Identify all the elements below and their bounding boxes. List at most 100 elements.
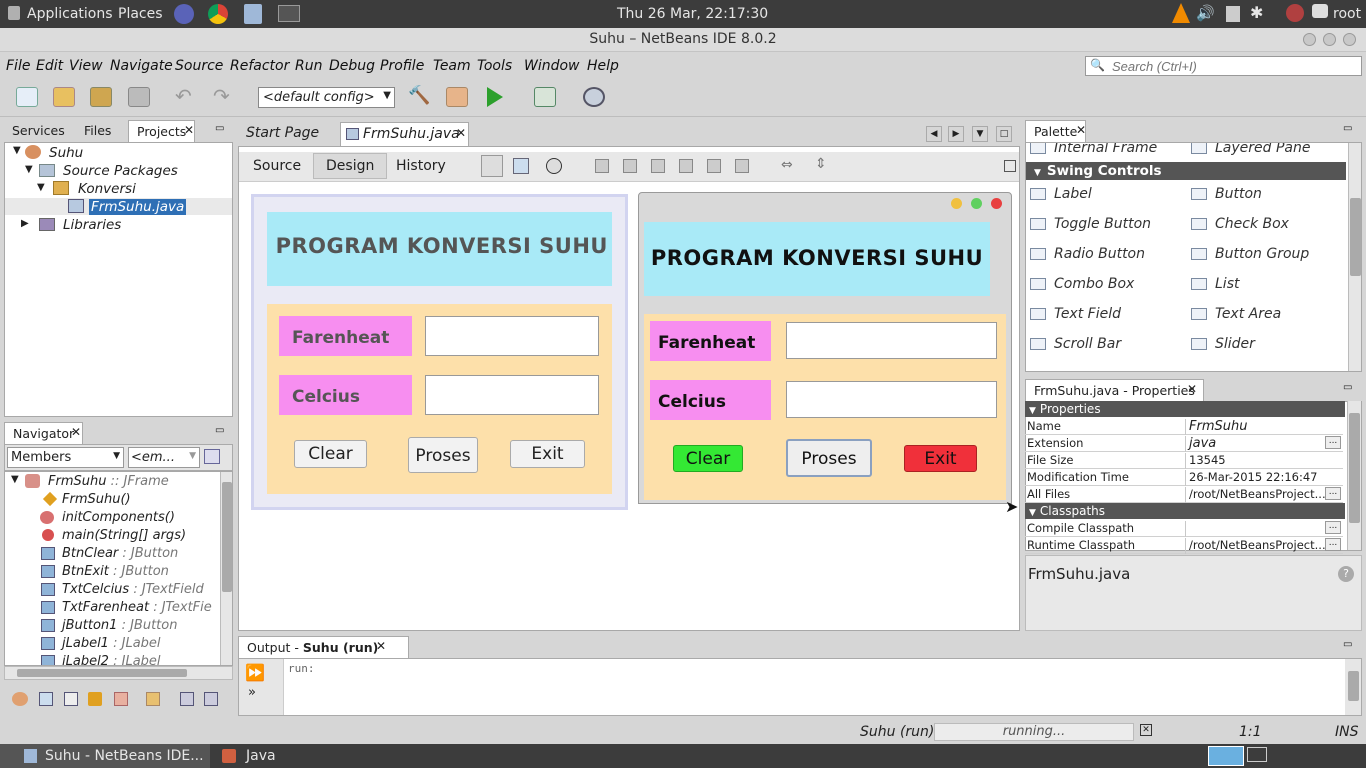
- close-icon[interactable]: ✕: [71, 425, 81, 439]
- align-right-icon[interactable]: [623, 159, 637, 173]
- toggle-toolbar-icon[interactable]: [1004, 160, 1016, 172]
- preview-field-celcius[interactable]: [786, 381, 997, 418]
- edit-button[interactable]: ...: [1325, 538, 1341, 551]
- scrollbar-thumb[interactable]: [1348, 671, 1359, 701]
- field-celcius[interactable]: [425, 375, 599, 415]
- profile-icon[interactable]: [583, 87, 605, 107]
- nav-item[interactable]: main(String[] args): [62, 528, 186, 543]
- center-horizontal-icon[interactable]: [651, 159, 665, 173]
- tab-services[interactable]: Services: [4, 120, 73, 142]
- subtab-design[interactable]: Design: [313, 153, 388, 179]
- debug-icon[interactable]: [534, 87, 556, 107]
- tab-files[interactable]: Files: [76, 120, 119, 142]
- prop-row-compile-cp[interactable]: Compile Classpath...: [1025, 520, 1343, 537]
- prop-row-filesize[interactable]: File Size 13545: [1025, 452, 1343, 469]
- minimize-button[interactable]: [1303, 33, 1316, 46]
- sort-icon[interactable]: [146, 692, 160, 706]
- help-icon[interactable]: ?: [1338, 566, 1354, 582]
- close-button[interactable]: [991, 198, 1002, 209]
- scrollbar[interactable]: [1348, 143, 1361, 371]
- palette-radio-button[interactable]: Radio Button: [1030, 246, 1145, 262]
- clean-build-icon[interactable]: [446, 87, 468, 107]
- menu-window[interactable]: Window: [524, 58, 580, 74]
- palette-label[interactable]: Label: [1030, 186, 1092, 202]
- menu-help[interactable]: Help: [587, 58, 619, 74]
- more-actions-icon[interactable]: »: [248, 685, 256, 700]
- tab-start-page[interactable]: Start Page: [238, 122, 327, 146]
- chat-icon[interactable]: [1312, 4, 1328, 18]
- maximize-button[interactable]: [1323, 33, 1336, 46]
- nav-item[interactable]: TxtFarenheat : JTextFie: [62, 600, 212, 615]
- workspace-1[interactable]: [1208, 746, 1244, 766]
- exit-button[interactable]: Exit: [510, 440, 585, 468]
- redo-icon[interactable]: ↷: [213, 86, 235, 107]
- sort-alpha-icon[interactable]: [180, 692, 194, 706]
- palette-text-field[interactable]: Text Field: [1030, 306, 1121, 322]
- applications-menu[interactable]: Applications: [27, 6, 113, 22]
- search-input[interactable]: [1112, 58, 1357, 74]
- prop-row-allfiles[interactable]: All Files/root/NetBeansProject......: [1025, 486, 1343, 503]
- nav-item[interactable]: jButton1 : JButton: [62, 618, 177, 633]
- taskbar-item-java[interactable]: Java: [212, 744, 362, 768]
- browser-icon[interactable]: [174, 4, 194, 24]
- nav-item[interactable]: BtnExit : JButton: [62, 564, 169, 579]
- maximize-editor-icon[interactable]: □: [996, 126, 1012, 142]
- tree-file[interactable]: FrmSuhu.java: [89, 199, 187, 215]
- close-icon[interactable]: ✕: [184, 123, 194, 137]
- center-vertical-icon[interactable]: [735, 159, 749, 173]
- expand-icon[interactable]: ▼: [11, 474, 19, 485]
- align-top-icon[interactable]: [679, 159, 693, 173]
- volume-icon[interactable]: 🔊: [1196, 4, 1215, 22]
- clock[interactable]: Thu 26 Mar, 22:17:30: [617, 6, 768, 22]
- tab-properties[interactable]: FrmSuhu.java - Properties: [1025, 379, 1204, 401]
- subtab-source[interactable]: Source: [253, 158, 301, 174]
- prop-row-modtime[interactable]: Modification Time 26-Mar-2015 22:16:47: [1025, 469, 1343, 486]
- preview-design-icon[interactable]: [546, 158, 562, 174]
- show-inherited-icon[interactable]: [12, 692, 28, 706]
- members-select[interactable]: Members ▼: [7, 447, 124, 468]
- menu-team[interactable]: Team: [433, 58, 471, 74]
- design-form-frame[interactable]: PROGRAM KONVERSI SUHU Farenheat Celcius …: [251, 194, 628, 510]
- selection-mode-icon[interactable]: [481, 155, 503, 177]
- align-bottom-icon[interactable]: [707, 159, 721, 173]
- cancel-task-icon[interactable]: ✕: [1140, 724, 1152, 736]
- close-icon[interactable]: ✕: [1076, 123, 1086, 137]
- prop-row-runtime-cp[interactable]: Runtime Classpath/root/NetBeansProject..…: [1025, 537, 1343, 554]
- edit-button[interactable]: ...: [1325, 487, 1341, 500]
- align-left-icon[interactable]: [595, 159, 609, 173]
- scrollbar[interactable]: [220, 472, 232, 665]
- scrollbar-thumb[interactable]: [17, 669, 187, 677]
- preview-proses-button[interactable]: Proses: [786, 439, 872, 477]
- minimize-panel-icon[interactable]: ▭: [1343, 639, 1352, 650]
- netbeans-icon[interactable]: [244, 4, 262, 24]
- menu-navigate[interactable]: Navigate: [110, 58, 173, 74]
- menu-run[interactable]: Run: [295, 58, 322, 74]
- tree-package[interactable]: Konversi: [78, 181, 136, 197]
- edit-button[interactable]: ...: [1325, 436, 1341, 449]
- scroll-right-icon[interactable]: ▶: [948, 126, 964, 142]
- nav-item[interactable]: FrmSuhu(): [62, 492, 131, 507]
- new-project-icon[interactable]: [53, 87, 75, 107]
- menu-profile[interactable]: Profile: [380, 58, 424, 74]
- filter-inner-icon[interactable]: [114, 692, 128, 706]
- close-button[interactable]: [1343, 33, 1356, 46]
- bluetooth-icon[interactable]: ✱: [1250, 3, 1263, 22]
- filter-fields-icon[interactable]: [39, 692, 53, 706]
- classpaths-section[interactable]: ▼ Classpaths: [1025, 503, 1345, 519]
- expand-icon[interactable]: ▼: [13, 145, 21, 156]
- palette-button-group[interactable]: Button Group: [1191, 246, 1309, 262]
- properties-section[interactable]: ▼ Properties: [1025, 401, 1345, 417]
- menu-edit[interactable]: Edit: [36, 58, 63, 74]
- scrollbar-thumb[interactable]: [1349, 413, 1360, 523]
- subtab-history[interactable]: History: [396, 158, 446, 174]
- nav-item[interactable]: BtnClear : JButton: [62, 546, 178, 561]
- minimize-panel-icon[interactable]: ▭: [1343, 382, 1352, 393]
- run-icon[interactable]: [487, 87, 503, 107]
- scrollbar-thumb[interactable]: [222, 482, 232, 592]
- places-menu[interactable]: Places: [118, 6, 163, 22]
- palette-combo-box[interactable]: Combo Box: [1030, 276, 1134, 292]
- close-icon[interactable]: ✕: [1187, 382, 1197, 396]
- rerun-icon[interactable]: ⏩: [245, 663, 265, 682]
- save-all-icon[interactable]: [128, 87, 150, 107]
- sort-position-icon[interactable]: [204, 692, 218, 706]
